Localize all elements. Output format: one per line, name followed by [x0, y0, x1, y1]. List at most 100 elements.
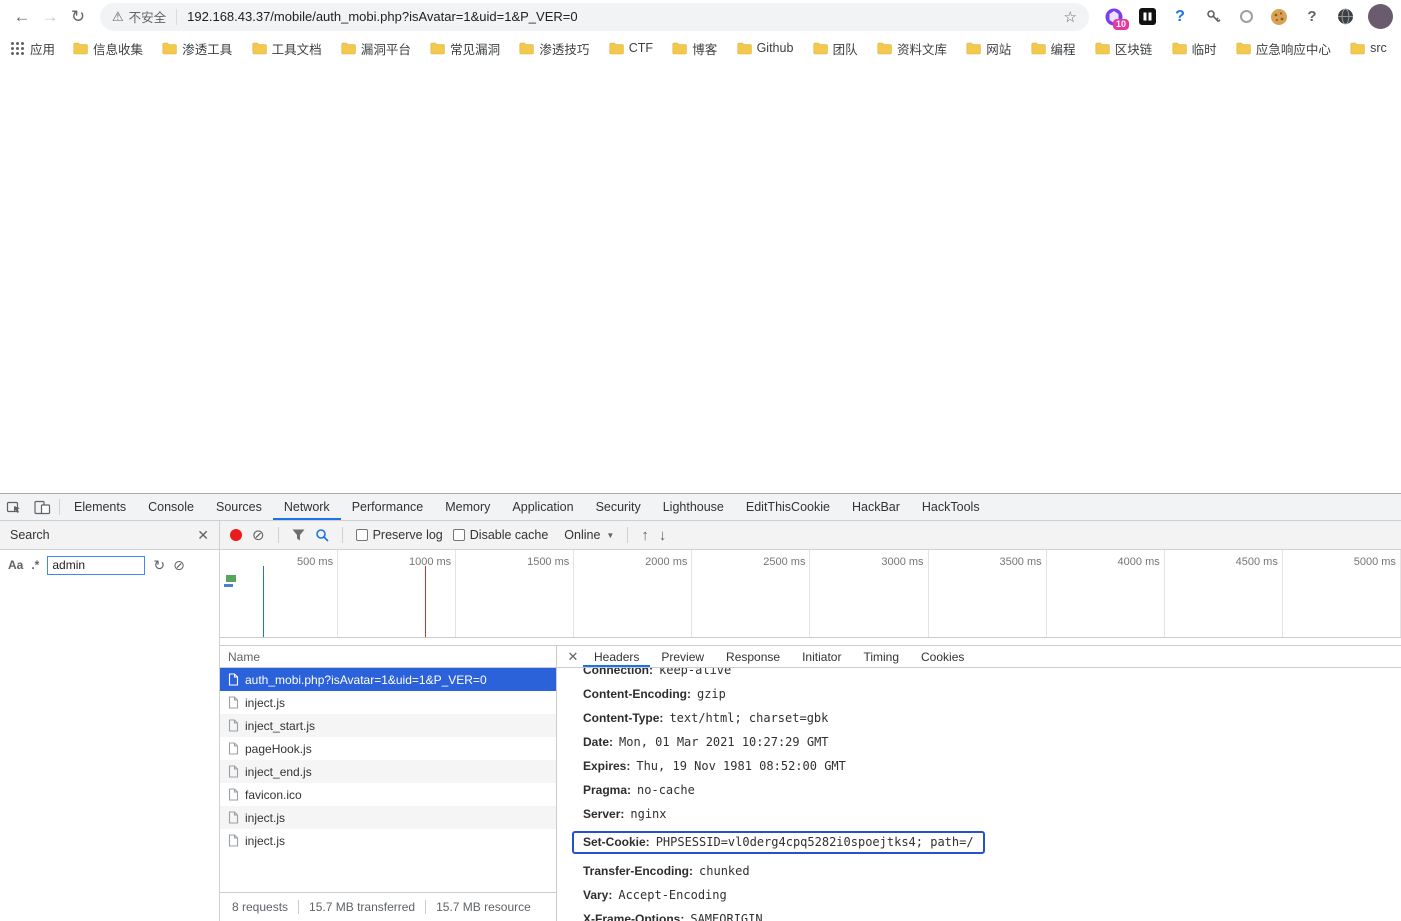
bookmark-item[interactable]: Github — [737, 39, 794, 58]
request-row[interactable]: inject_start.js — [220, 714, 556, 737]
security-indicator[interactable]: ⚠ 不安全 — [112, 7, 166, 26]
bookmark-item[interactable]: 信息收集 — [73, 39, 143, 58]
export-har-icon[interactable]: ↓ — [659, 528, 667, 543]
request-row[interactable]: inject_end.js — [220, 760, 556, 783]
file-icon — [228, 742, 239, 755]
search-controls: Aa .* ↻ ⊘ — [0, 550, 219, 580]
timeline-cell: 500 ms — [220, 550, 338, 637]
circle-icon[interactable] — [1235, 6, 1257, 28]
question-gray-icon[interactable]: ? — [1301, 6, 1323, 28]
details-tab-cookies[interactable]: Cookies — [910, 646, 975, 667]
folder-icon — [341, 42, 356, 55]
request-row[interactable]: auth_mobi.php?isAvatar=1&uid=1&P_VER=0 — [220, 668, 556, 691]
search-refresh-icon[interactable]: ↻ — [153, 558, 165, 572]
devtools-tab-memory[interactable]: Memory — [434, 494, 501, 520]
bookmark-item[interactable]: CTF — [609, 39, 653, 58]
request-name: inject_end.js — [245, 765, 312, 779]
extension-dark-icon[interactable] — [1136, 6, 1158, 28]
request-name: inject.js — [245, 811, 285, 825]
close-details-icon[interactable]: ✕ — [563, 646, 583, 667]
request-summary: 8 requests15.7 MB transferred15.7 MB res… — [220, 892, 556, 921]
devtools-tab-editthiscookie[interactable]: EditThisCookie — [735, 494, 841, 520]
timeline-cell: 3000 ms — [810, 550, 928, 637]
bookmark-item[interactable]: 工具文档 — [252, 39, 322, 58]
name-column-header[interactable]: Name — [220, 645, 556, 668]
address-bar[interactable]: ⚠ 不安全 192.168.43.37/mobile/auth_mobi.php… — [100, 3, 1089, 31]
preserve-log-label: Preserve log — [373, 528, 443, 542]
throttling-dropdown[interactable]: Online ▼ — [564, 528, 614, 542]
details-tab-preview[interactable]: Preview — [650, 646, 715, 667]
devtools-tab-application[interactable]: Application — [501, 494, 584, 520]
import-har-icon[interactable]: ↑ — [641, 528, 649, 543]
header-name: Date: — [583, 735, 613, 749]
file-icon — [228, 834, 239, 847]
extension-shield-icon[interactable]: 10 — [1103, 6, 1125, 28]
key-icon[interactable] — [1202, 6, 1224, 28]
clear-icon[interactable]: ⊘ — [252, 528, 265, 543]
header-entry: Pragma:no-cache — [583, 783, 695, 797]
details-panel: ✕ HeadersPreviewResponseInitiatorTimingC… — [557, 645, 1401, 921]
cookie-icon[interactable] — [1268, 6, 1290, 28]
devtools-tab-security[interactable]: Security — [585, 494, 652, 520]
details-tab-timing[interactable]: Timing — [852, 646, 910, 667]
inspect-element-icon[interactable] — [0, 494, 28, 520]
match-case-toggle[interactable]: Aa — [8, 558, 23, 572]
request-row[interactable]: inject.js — [220, 829, 556, 852]
record-icon[interactable] — [230, 529, 242, 541]
request-row[interactable]: inject.js — [220, 806, 556, 829]
devtools-tab-sources[interactable]: Sources — [205, 494, 273, 520]
globe-icon[interactable] — [1334, 6, 1356, 28]
question-blue-icon[interactable]: ? — [1169, 6, 1191, 28]
details-tab-initiator[interactable]: Initiator — [791, 646, 852, 667]
preserve-log-checkbox[interactable] — [356, 529, 368, 541]
timeline-cell: 4500 ms — [1165, 550, 1283, 637]
close-search-icon[interactable]: ✕ — [197, 527, 209, 544]
timeline-cell: 1000 ms — [338, 550, 456, 637]
devtools-tab-network[interactable]: Network — [273, 494, 341, 520]
device-toolbar-icon[interactable] — [28, 494, 56, 520]
search-input[interactable] — [47, 556, 145, 575]
url-text[interactable]: 192.168.43.37/mobile/auth_mobi.php?isAva… — [187, 9, 1055, 24]
search-panel: Aa .* ↻ ⊘ — [0, 550, 220, 921]
bookmark-item[interactable]: 区块链 — [1095, 39, 1153, 58]
bookmark-item[interactable]: 网站 — [966, 39, 1011, 58]
bookmark-item[interactable]: 团队 — [813, 39, 858, 58]
bookmark-star-icon[interactable]: ☆ — [1064, 8, 1077, 26]
devtools-tab-hacktools[interactable]: HackTools — [911, 494, 991, 520]
request-row[interactable]: favicon.ico — [220, 783, 556, 806]
apps-shortcut[interactable]: 应用 — [10, 39, 55, 58]
bookmark-label: 渗透工具 — [182, 39, 232, 58]
request-row[interactable]: pageHook.js — [220, 737, 556, 760]
details-tab-headers[interactable]: Headers — [583, 646, 650, 667]
disable-cache-checkbox[interactable] — [453, 529, 465, 541]
regex-toggle[interactable]: .* — [31, 558, 39, 572]
bookmark-item[interactable]: 编程 — [1031, 39, 1076, 58]
devtools-tab-console[interactable]: Console — [137, 494, 205, 520]
bookmark-item[interactable]: 资料文库 — [877, 39, 947, 58]
profile-avatar[interactable] — [1368, 4, 1393, 29]
filter-icon[interactable] — [292, 529, 305, 541]
bookmark-item[interactable]: 漏洞平台 — [341, 39, 411, 58]
bookmark-item[interactable]: 渗透技巧 — [519, 39, 589, 58]
bookmark-item[interactable]: 博客 — [672, 39, 717, 58]
refresh-icon[interactable]: ↻ — [64, 3, 92, 31]
devtools-tab-lighthouse[interactable]: Lighthouse — [652, 494, 735, 520]
bookmark-item[interactable]: src — [1350, 39, 1387, 58]
bookmark-item[interactable]: 常见漏洞 — [430, 39, 500, 58]
folder-icon — [737, 42, 752, 55]
timeline-label: 4000 ms — [1118, 556, 1160, 568]
back-icon[interactable]: ← — [8, 3, 36, 31]
search-network-icon[interactable] — [315, 528, 329, 542]
file-icon — [228, 696, 239, 709]
timeline-overview[interactable]: 500 ms1000 ms1500 ms2000 ms2500 ms3000 m… — [220, 550, 1401, 638]
bookmark-item[interactable]: 应急响应中心 — [1236, 39, 1331, 58]
details-tab-response[interactable]: Response — [715, 646, 791, 667]
bookmark-item[interactable]: 渗透工具 — [162, 39, 232, 58]
devtools-tab-elements[interactable]: Elements — [63, 494, 137, 520]
timeline-cell: 2500 ms — [692, 550, 810, 637]
devtools-tab-hackbar[interactable]: HackBar — [841, 494, 911, 520]
search-clear-icon[interactable]: ⊘ — [173, 558, 185, 572]
bookmark-item[interactable]: 临时 — [1172, 39, 1217, 58]
request-row[interactable]: inject.js — [220, 691, 556, 714]
devtools-tab-performance[interactable]: Performance — [341, 494, 435, 520]
